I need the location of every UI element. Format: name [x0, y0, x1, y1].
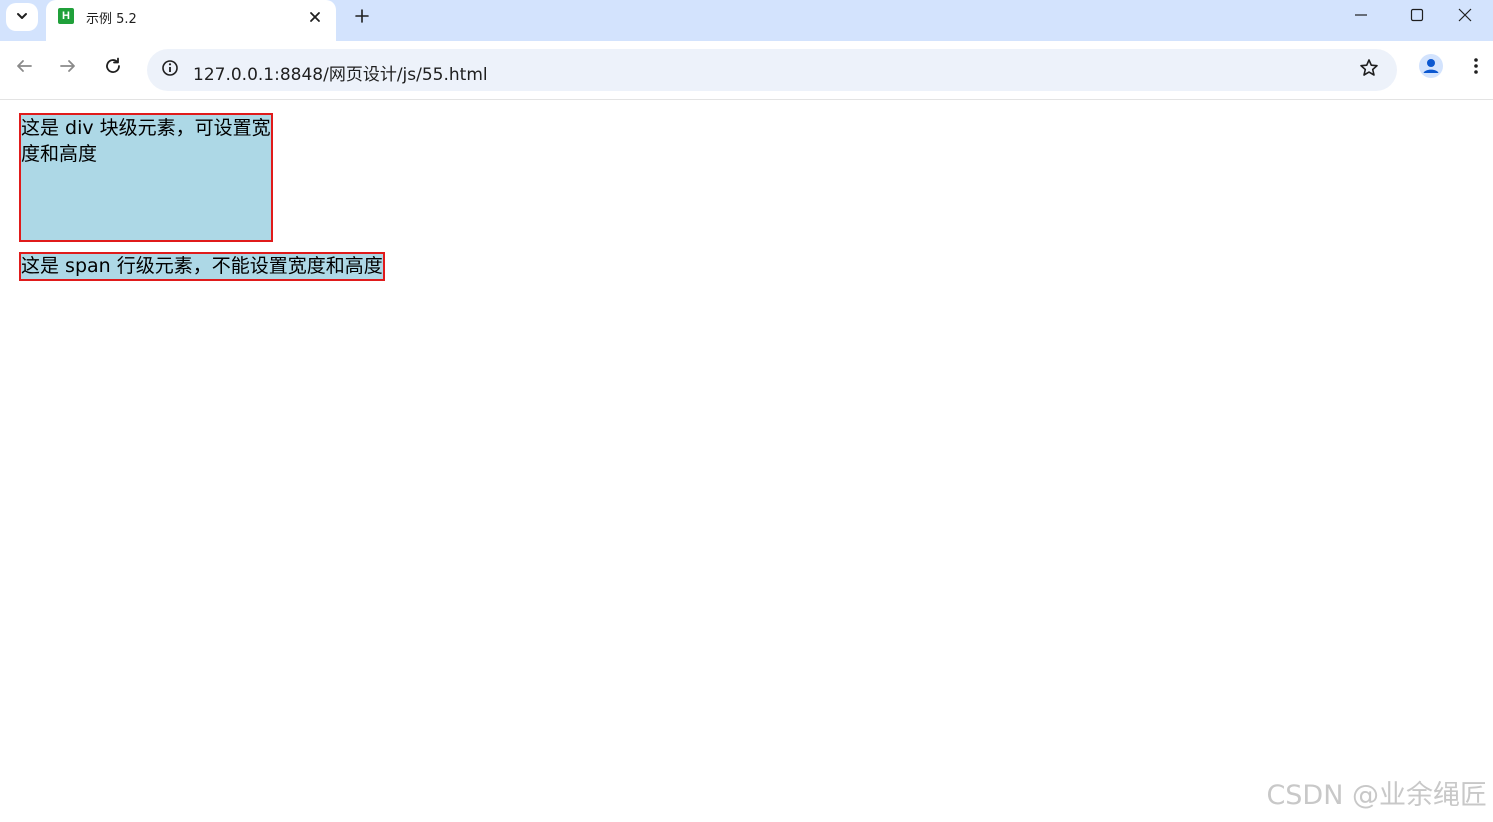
kebab-menu-icon — [1473, 57, 1479, 79]
page-content: 这是 div 块级元素，可设置宽度和高度 这是 span 行级元素，不能设置宽度… — [0, 100, 1493, 822]
address-bar[interactable]: 127.0.0.1:8848/网页设计/js/55.html — [147, 49, 1397, 91]
reload-button[interactable] — [97, 52, 129, 84]
back-arrow-icon — [15, 57, 33, 79]
tab-title: 示例 5.2 — [86, 12, 137, 27]
bookmark-button[interactable] — [1355, 56, 1383, 84]
browser-toolbar: 127.0.0.1:8848/网页设计/js/55.html — [0, 41, 1493, 100]
forward-button[interactable] — [52, 52, 84, 84]
block-div-text: 这是 div 块级元素，可设置宽度和高度 — [21, 117, 271, 165]
star-icon — [1359, 58, 1379, 82]
maximize-icon — [1410, 7, 1424, 26]
url-text: 127.0.0.1:8848/网页设计/js/55.html — [193, 65, 488, 85]
csdn-watermark: CSDN @业余绳匠 — [1266, 780, 1487, 811]
block-div-demo: 这是 div 块级元素，可设置宽度和高度 — [19, 113, 273, 242]
browser-menu-button[interactable] — [1460, 52, 1492, 84]
reload-icon — [104, 57, 122, 79]
site-info-button[interactable] — [155, 55, 185, 85]
minimize-button[interactable] — [1333, 0, 1389, 33]
tab-search-button[interactable] — [6, 3, 38, 31]
info-icon — [161, 59, 179, 81]
forward-arrow-icon — [59, 57, 77, 79]
active-tab[interactable]: H 示例 5.2 — [46, 0, 336, 41]
profile-icon — [1418, 53, 1444, 83]
chevron-down-icon — [15, 8, 29, 27]
inline-span-demo: 这是 span 行级元素，不能设置宽度和高度 — [19, 252, 385, 281]
minimize-icon — [1354, 7, 1368, 26]
hbuilder-favicon-icon: H — [58, 8, 74, 24]
close-window-button[interactable] — [1437, 0, 1493, 33]
inline-span-line: 这是 span 行级元素，不能设置宽度和高度 — [19, 252, 385, 281]
tab-close-button[interactable] — [304, 6, 326, 28]
plus-icon — [355, 8, 369, 27]
profile-button[interactable] — [1415, 52, 1447, 84]
tab-strip: H 示例 5.2 — [0, 0, 1493, 41]
new-tab-button[interactable] — [348, 4, 376, 30]
close-icon — [309, 8, 321, 27]
close-icon — [1458, 7, 1472, 26]
back-button[interactable] — [8, 52, 40, 84]
